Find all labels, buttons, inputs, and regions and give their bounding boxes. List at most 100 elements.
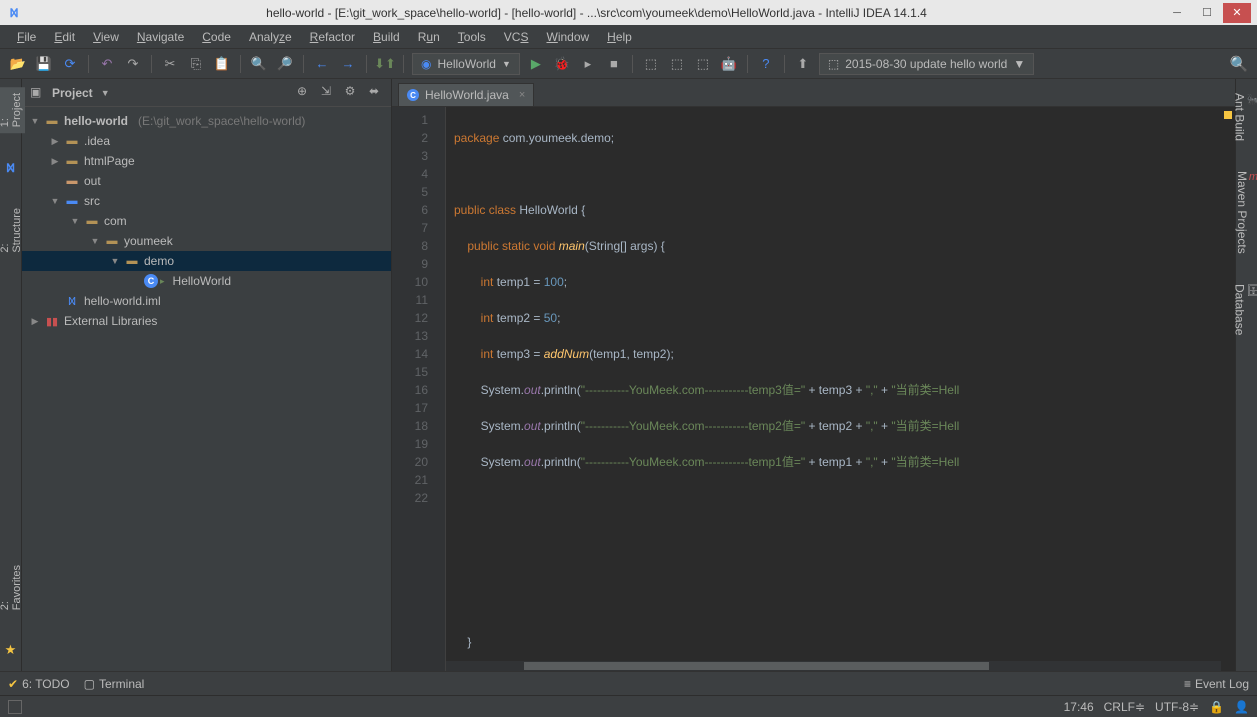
tree-external-libs[interactable]: ▶▮▮External Libraries	[22, 311, 391, 331]
bottom-toolbar: ✔6: TODO ▢Terminal ≡Event Log	[0, 671, 1257, 695]
tree-helloworld-class[interactable]: C▸HelloWorld	[22, 271, 391, 291]
open-icon[interactable]: 📂	[8, 54, 28, 74]
collapse-icon[interactable]: ⇲	[317, 84, 335, 102]
menu-analyze[interactable]: Analyze	[242, 28, 299, 46]
vcs-up-icon[interactable]: ⬆	[793, 54, 813, 74]
menu-build[interactable]: Build	[366, 28, 407, 46]
status-lock-icon[interactable]: 🔒	[1209, 700, 1224, 714]
back-icon[interactable]: ←	[312, 54, 332, 74]
menu-refactor[interactable]: Refactor	[303, 28, 362, 46]
status-square-icon[interactable]	[8, 700, 22, 714]
close-button[interactable]: ✕	[1223, 3, 1251, 23]
star-icon: ★	[3, 636, 19, 664]
menu-view[interactable]: View	[86, 28, 126, 46]
tab-project[interactable]: 1: Project	[0, 87, 25, 133]
cut-icon[interactable]: ✂	[160, 54, 180, 74]
menu-code[interactable]: Code	[195, 28, 238, 46]
tab-maven[interactable]: mMaven Projects	[1233, 165, 1257, 260]
search-everywhere-icon[interactable]: 🔍	[1229, 54, 1249, 74]
status-encoding[interactable]: UTF-8≑	[1155, 700, 1199, 714]
sync-icon[interactable]: ⟳	[60, 54, 80, 74]
project-tree[interactable]: ▼▬hello-world(E:\git_work_space\hello-wo…	[22, 107, 391, 671]
status-line-ending[interactable]: CRLF≑	[1104, 700, 1145, 714]
run-config-icon: ◉	[421, 57, 431, 71]
close-tab-icon[interactable]: ×	[519, 89, 525, 101]
code-area[interactable]: 12345678910111213141516171819202122 pack…	[392, 107, 1235, 671]
menubar: File Edit View Navigate Code Analyze Ref…	[0, 25, 1257, 49]
editor: C HelloWorld.java × 12345678910111213141…	[392, 79, 1235, 671]
minimize-button[interactable]: ─	[1163, 3, 1191, 23]
tree-demo[interactable]: ▼▬demo	[22, 251, 391, 271]
tool3-icon[interactable]: ⬚	[693, 54, 713, 74]
coverage-icon[interactable]: ▸	[578, 54, 598, 74]
class-icon: C	[407, 89, 419, 101]
status-time: 17:46	[1064, 700, 1094, 714]
paste-icon[interactable]: 📋	[212, 54, 232, 74]
hide-icon[interactable]: ⬌	[365, 84, 383, 102]
statusbar: 17:46 CRLF≑ UTF-8≑ 🔒 👤	[0, 695, 1257, 717]
debug-icon[interactable]: 🐞	[552, 54, 572, 74]
make-icon[interactable]: ⬇⬆	[375, 54, 395, 74]
android-icon[interactable]: 🤖	[719, 54, 739, 74]
tree-out[interactable]: ▬out	[22, 171, 391, 191]
menu-help[interactable]: Help	[600, 28, 639, 46]
eventlog-icon: ≡	[1184, 677, 1191, 691]
copy-icon[interactable]: ⎘	[186, 54, 206, 74]
terminal-icon: ▢	[84, 677, 95, 691]
ant-icon: 🐜	[1247, 93, 1257, 106]
menu-vcs[interactable]: VCS	[497, 28, 536, 46]
menu-window[interactable]: Window	[539, 28, 596, 46]
event-log[interactable]: ≡Event Log	[1184, 677, 1249, 691]
undo-icon[interactable]: ↶	[97, 54, 117, 74]
todo-icon: ✔	[8, 677, 18, 691]
database-icon: 🗄	[1247, 284, 1257, 297]
editor-tab-label: HelloWorld.java	[425, 88, 509, 102]
left-tool-gutter: 1: Project Ⳮ 2: Structure 2: Favorites ★	[0, 79, 22, 671]
run-icon[interactable]: ▶	[526, 54, 546, 74]
chevron-down-icon: ▼	[1013, 57, 1025, 71]
tree-idea[interactable]: ▶▬.idea	[22, 131, 391, 151]
window-title: hello-world - [E:\git_work_space\hello-w…	[30, 6, 1163, 20]
stop-icon[interactable]: ■	[604, 54, 624, 74]
editor-tab-helloworld[interactable]: C HelloWorld.java ×	[398, 83, 534, 106]
status-inspect-icon[interactable]: 👤	[1234, 700, 1249, 714]
tool2-icon[interactable]: ⬚	[667, 54, 687, 74]
gear-icon[interactable]: ⚙	[341, 84, 359, 102]
tab-favorites[interactable]: 2: Favorites	[0, 559, 25, 616]
tab-todo[interactable]: ✔6: TODO	[8, 677, 70, 691]
save-icon[interactable]: 💾	[34, 54, 54, 74]
run-config-dropdown[interactable]: ◉ HelloWorld ▼	[412, 53, 520, 75]
toolbar: 📂 💾 ⟳ ↶ ↷ ✂ ⎘ 📋 🔍 🔎 ← → ⬇⬆ ◉ HelloWorld …	[0, 49, 1257, 79]
maven-icon: m	[1249, 171, 1257, 183]
menu-file[interactable]: File	[10, 28, 43, 46]
code-content[interactable]: package com.youmeek.demo; public class H…	[446, 107, 1235, 671]
find-icon[interactable]: 🔍	[249, 54, 269, 74]
tree-youmeek[interactable]: ▼▬youmeek	[22, 231, 391, 251]
vcs-dropdown[interactable]: ⬚ 2015-08-30 update hello world ▼	[819, 53, 1034, 75]
tab-terminal[interactable]: ▢Terminal	[84, 677, 145, 691]
fold-gutter[interactable]	[434, 107, 446, 671]
tab-structure[interactable]: 2: Structure	[0, 202, 25, 259]
forward-icon[interactable]: →	[338, 54, 358, 74]
tree-htmlpage[interactable]: ▶▬htmlPage	[22, 151, 391, 171]
tree-src[interactable]: ▼▬src	[22, 191, 391, 211]
tree-com[interactable]: ▼▬com	[22, 211, 391, 231]
tool1-icon[interactable]: ⬚	[641, 54, 661, 74]
vcs-icon: ⬚	[828, 57, 839, 71]
menu-navigate[interactable]: Navigate	[130, 28, 191, 46]
tree-iml[interactable]: Ⳮhello-world.iml	[22, 291, 391, 311]
menu-run[interactable]: Run	[411, 28, 447, 46]
line-gutter[interactable]: 12345678910111213141516171819202122	[392, 107, 434, 671]
help-icon[interactable]: ?	[756, 54, 776, 74]
maximize-button[interactable]: ☐	[1193, 3, 1221, 23]
menu-edit[interactable]: Edit	[47, 28, 82, 46]
horizontal-scrollbar[interactable]	[446, 661, 1221, 671]
chevron-down-icon[interactable]: ▼	[101, 88, 110, 98]
locate-icon[interactable]: ⊕	[293, 84, 311, 102]
class-icon: C	[144, 274, 158, 288]
redo-icon[interactable]: ↷	[123, 54, 143, 74]
menu-tools[interactable]: Tools	[451, 28, 493, 46]
error-marker[interactable]	[1224, 111, 1232, 119]
replace-icon[interactable]: 🔎	[275, 54, 295, 74]
tree-root[interactable]: ▼▬hello-world(E:\git_work_space\hello-wo…	[22, 111, 391, 131]
